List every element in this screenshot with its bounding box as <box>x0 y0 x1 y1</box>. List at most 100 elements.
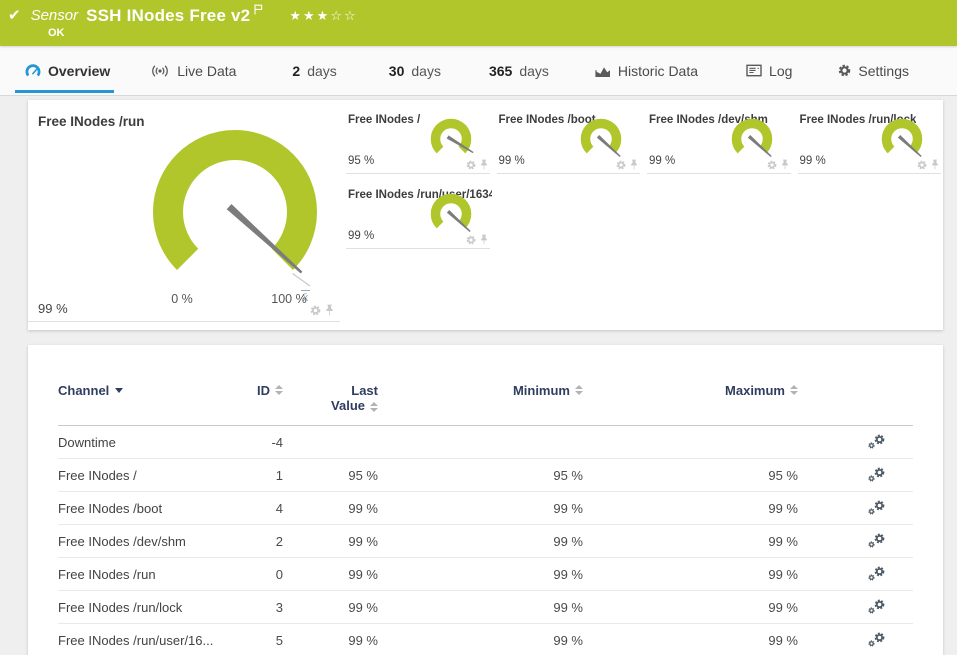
channel-last-value: 99 % <box>348 500 378 516</box>
sort-icon <box>370 401 378 412</box>
primary-gauge-value: 99 % <box>38 301 68 316</box>
channel-name[interactable]: Free INodes /boot <box>58 501 228 516</box>
sort-icon <box>790 385 798 395</box>
gauge-pin-icon[interactable] <box>931 159 939 170</box>
tab-bar: Overview Live Data 2 days 30 days 365 da… <box>0 46 957 96</box>
live-data-icon <box>150 65 170 77</box>
table-row[interactable]: Free INodes /run/lock 3 99 % 99 % 99 % <box>58 591 913 624</box>
channel-name[interactable]: Free INodes /run/lock <box>58 600 228 615</box>
priority-stars[interactable]: ★★★☆☆ <box>289 6 357 26</box>
gauge-pin-icon[interactable] <box>325 304 334 316</box>
channel-name[interactable]: Free INodes /run <box>58 567 228 582</box>
column-header-last-value[interactable]: Last Value <box>283 383 378 413</box>
tab-settings[interactable]: Settings <box>838 46 909 95</box>
column-header-maximum[interactable]: Maximum <box>583 383 798 398</box>
sort-desc-icon <box>115 388 124 393</box>
channel-maximum: 95 % <box>768 467 798 483</box>
channel-table-panel: Channel ID Last Value Minimum Maximum Do… <box>28 345 943 655</box>
tab-log[interactable]: Log <box>746 46 792 95</box>
dual-gear-icon <box>868 500 885 515</box>
gauge-pin-icon[interactable] <box>480 159 488 170</box>
small-gauges-grid: Free INodes / 95 % Free INodes /boot 99 … <box>340 100 943 330</box>
dual-gear-icon <box>868 566 885 581</box>
log-icon <box>746 64 762 77</box>
channel-id: 4 <box>275 500 283 516</box>
tab-2-days[interactable]: 2 days <box>292 46 336 95</box>
small-gauge-value: 99 % <box>498 155 525 167</box>
small-gauge-cell[interactable]: Free INodes /boot 99 % <box>496 110 640 174</box>
channel-settings-button[interactable] <box>798 533 913 549</box>
table-row[interactable]: Downtime -4 <box>58 426 913 459</box>
sort-icon <box>575 385 583 395</box>
column-header-minimum[interactable]: Minimum <box>378 383 583 398</box>
small-gauge-cell[interactable]: Free INodes / 95 % <box>346 110 490 174</box>
channel-minimum: 99 % <box>553 599 583 615</box>
channel-last-value: 99 % <box>348 566 378 582</box>
table-row[interactable]: Free INodes /run 0 99 % 99 % 99 % <box>58 558 913 591</box>
channel-maximum: 99 % <box>768 632 798 648</box>
gear-icon <box>838 64 851 77</box>
column-header-channel[interactable]: Channel <box>58 383 228 398</box>
gauge-settings-gear-icon[interactable] <box>767 160 777 170</box>
channel-id: 3 <box>275 599 283 615</box>
gauge-settings-gear-icon[interactable] <box>466 160 476 170</box>
channel-last-value: 95 % <box>348 467 378 483</box>
gauge-settings-gear-icon[interactable] <box>616 160 626 170</box>
gauge-settings-gear-icon[interactable] <box>310 305 321 316</box>
table-row[interactable]: Free INodes /run/user/16... 5 99 % 99 % … <box>58 624 913 655</box>
gauge-settings-gear-icon[interactable] <box>466 235 476 245</box>
table-row[interactable]: Free INodes /dev/shm 2 99 % 99 % 99 % <box>58 525 913 558</box>
primary-gauge-chart: x̄ <box>153 130 317 304</box>
channel-last-value: 99 % <box>348 632 378 648</box>
channel-settings-button[interactable] <box>798 632 913 648</box>
sensor-header: ✔ Sensor SSH INodes Free v2 ★★★☆☆ OK <box>0 0 957 46</box>
channel-id: 0 <box>275 566 283 582</box>
channel-name[interactable]: Free INodes / <box>58 468 228 483</box>
tab-30-days[interactable]: 30 days <box>389 46 441 95</box>
channel-minimum: 99 % <box>553 632 583 648</box>
tab-365-days[interactable]: 365 days <box>489 46 549 95</box>
tab-historic-data[interactable]: Historic Data <box>595 46 698 95</box>
table-row[interactable]: Free INodes / 1 95 % 95 % 95 % <box>58 459 913 492</box>
channel-minimum: 99 % <box>553 566 583 582</box>
small-gauge-title: Free INodes / <box>348 114 421 126</box>
channel-id: 5 <box>275 632 283 648</box>
status-badge: OK <box>48 27 65 39</box>
tab-overview[interactable]: Overview <box>14 46 115 95</box>
channel-id: 2 <box>275 533 283 549</box>
gauge-pin-icon[interactable] <box>630 159 638 170</box>
small-gauge-cell[interactable]: Free INodes /run/user/16342... 99 % <box>346 185 492 249</box>
small-gauge-cell[interactable]: Free INodes /dev/shm 99 % <box>647 110 791 174</box>
channel-maximum: 99 % <box>768 566 798 582</box>
small-gauge-value: 99 % <box>649 155 676 167</box>
channel-name[interactable]: Downtime <box>58 435 228 450</box>
page-title: SSH INodes Free v2 <box>86 6 251 25</box>
channel-name[interactable]: Free INodes /run/user/16... <box>58 633 228 648</box>
small-gauge-value: 95 % <box>348 155 375 167</box>
channel-settings-button[interactable] <box>798 500 913 516</box>
table-row[interactable]: Free INodes /boot 4 99 % 99 % 99 % <box>58 492 913 525</box>
gauge-pin-icon[interactable] <box>480 234 488 245</box>
primary-gauge-cell[interactable]: Free INodes /run x̄ 0 % 100 % 99 % <box>28 100 340 322</box>
gauge-pin-icon[interactable] <box>781 159 789 170</box>
column-header-id[interactable]: ID <box>228 383 283 398</box>
channel-settings-button[interactable] <box>798 566 913 582</box>
channel-last-value: 99 % <box>348 533 378 549</box>
channel-name[interactable]: Free INodes /dev/shm <box>58 534 228 549</box>
channel-settings-button[interactable] <box>798 434 913 450</box>
small-gauge-value: 99 % <box>348 230 375 242</box>
channel-settings-button[interactable] <box>798 599 913 615</box>
small-gauge-cell[interactable]: Free INodes /run/lock 99 % <box>797 110 941 174</box>
dual-gear-icon <box>868 599 885 614</box>
dual-gear-icon <box>868 434 885 449</box>
tab-live-data[interactable]: Live Data <box>150 46 236 95</box>
flag-icon[interactable] <box>254 4 263 15</box>
dual-gear-icon <box>868 632 885 647</box>
gauge-settings-gear-icon[interactable] <box>917 160 927 170</box>
gauges-panel: Free INodes /run x̄ 0 % 100 % 99 % Free … <box>28 100 943 330</box>
channel-maximum: 99 % <box>768 533 798 549</box>
sort-icon <box>275 385 283 395</box>
small-gauge-value: 99 % <box>799 155 826 167</box>
channel-maximum: 99 % <box>768 500 798 516</box>
channel-settings-button[interactable] <box>798 467 913 483</box>
